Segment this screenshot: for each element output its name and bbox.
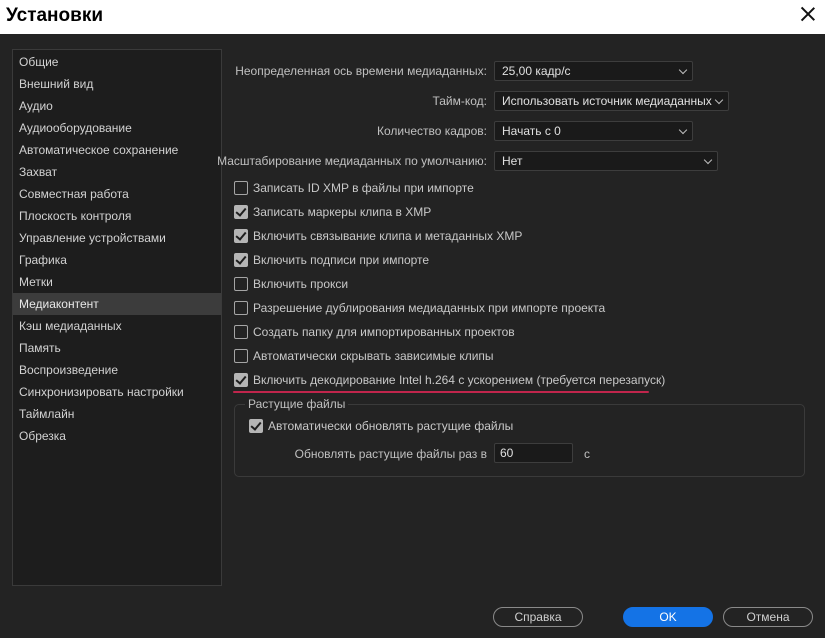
option-checkbox-label: Автоматически скрывать зависимые клипы bbox=[253, 349, 494, 363]
sidebar-item[interactable]: Аудиооборудование bbox=[13, 117, 221, 139]
sidebar-item[interactable]: Общие bbox=[13, 51, 221, 73]
sidebar-item[interactable]: Воспроизведение bbox=[13, 359, 221, 381]
option-checkbox-label: Включить подписи при импорте bbox=[253, 253, 430, 267]
sidebar-item[interactable]: Плоскость контроля bbox=[13, 205, 221, 227]
timecode-label: Тайм-код: bbox=[432, 94, 487, 108]
sidebar-item[interactable]: Аудио bbox=[13, 95, 221, 117]
close-icon[interactable] bbox=[801, 7, 815, 21]
option-checkbox-label: Записать маркеры клипа в XMP bbox=[253, 205, 432, 219]
refresh-interval-unit: с bbox=[584, 447, 590, 461]
frame-count-value: Начать с 0 bbox=[502, 124, 561, 138]
title-bar: Установки bbox=[0, 0, 825, 34]
sidebar-list: Общие Внешний вид Аудио Аудиооборудование Ав… bbox=[13, 50, 221, 447]
sidebar-item[interactable]: Кэш медиаданных bbox=[13, 315, 221, 337]
frame-count-label: Количество кадров: bbox=[376, 124, 487, 138]
timebase-value: 25,00 кадр/с bbox=[502, 64, 571, 78]
chevron-down-icon bbox=[678, 125, 688, 135]
option-checkbox-label: Включить декодирование Intel h.264 с уск… bbox=[253, 373, 666, 387]
sidebar-item[interactable]: Графика bbox=[13, 249, 221, 271]
sidebar-item[interactable]: Внешний вид bbox=[13, 73, 221, 95]
checkbox-unchecked-icon bbox=[234, 181, 248, 195]
frame-count-select[interactable]: Начать с 0 bbox=[494, 121, 693, 141]
default-scale-value: Нет bbox=[502, 154, 523, 168]
ok-button[interactable]: OK bbox=[623, 607, 713, 627]
timecode-select[interactable]: Использовать источник медиаданных bbox=[494, 91, 729, 111]
sidebar-item[interactable]: Медиаконтент bbox=[13, 293, 221, 315]
timebase-select[interactable]: 25,00 кадр/с bbox=[494, 61, 693, 81]
default-scale-select[interactable]: Нет bbox=[494, 151, 718, 171]
checkbox-checked-icon bbox=[234, 373, 248, 387]
sidebar-item[interactable]: Метки bbox=[13, 271, 221, 293]
frame-count-row: Количество кадров: bbox=[234, 121, 487, 141]
option-checkbox-label: Разрешение дублирования медиаданных при … bbox=[253, 301, 606, 315]
refresh-interval-label: Обновлять растущие файлы раз в bbox=[294, 447, 487, 461]
highlight-underline bbox=[233, 391, 649, 393]
sidebar-item[interactable]: Таймлайн bbox=[13, 403, 221, 425]
sidebar-item[interactable]: Управление устройствами bbox=[13, 227, 221, 249]
timecode-value: Использовать источник медиаданных bbox=[502, 94, 712, 108]
checkbox-unchecked-icon bbox=[234, 277, 248, 291]
option-checkbox-label: Включить связывание клипа и метаданных X… bbox=[253, 229, 523, 243]
chevron-down-icon bbox=[703, 155, 713, 165]
growing-files-legend: Растущие файлы bbox=[245, 397, 349, 411]
window-title: Установки bbox=[6, 5, 104, 26]
default-scale-row: Масштабирование медиаданных по умолчанию… bbox=[217, 151, 487, 171]
sidebar-item[interactable]: Память bbox=[13, 337, 221, 359]
option-checkbox-label: Создать папку для импортированных проект… bbox=[253, 325, 515, 339]
sidebar-item[interactable]: Совместная работа bbox=[13, 183, 221, 205]
checkbox-unchecked-icon bbox=[234, 325, 248, 339]
sidebar-item[interactable]: Синхронизировать настройки bbox=[13, 381, 221, 403]
refresh-interval-row: Обновлять растущие файлы раз в bbox=[234, 444, 487, 464]
option-checkbox-label: Записать ID XMP в файлы при импорте bbox=[253, 181, 474, 195]
help-button[interactable]: Справка bbox=[493, 607, 583, 627]
sidebar-item[interactable]: Обрезка bbox=[13, 425, 221, 447]
chevron-down-icon bbox=[714, 95, 724, 105]
checkbox-checked-icon bbox=[234, 253, 248, 267]
checkbox-unchecked-icon bbox=[234, 349, 248, 363]
default-scale-label: Масштабирование медиаданных по умолчанию… bbox=[217, 154, 487, 168]
checkbox-checked-icon bbox=[249, 419, 263, 433]
refresh-interval-value: 60 bbox=[500, 446, 514, 460]
timebase-label: Неопределенная ось времени медиаданных: bbox=[235, 64, 487, 78]
refresh-interval-input[interactable]: 60 bbox=[494, 443, 573, 463]
checkbox-checked-icon bbox=[234, 229, 248, 243]
option-checkbox-label: Включить прокси bbox=[253, 277, 349, 291]
checkbox-checked-icon bbox=[234, 205, 248, 219]
sidebar-item[interactable]: Захват bbox=[13, 161, 221, 183]
timebase-row: Неопределенная ось времени медиаданных: bbox=[234, 61, 487, 81]
growing-files-group: Растущие файлы bbox=[234, 397, 805, 477]
sidebar-item[interactable]: Автоматическое сохранение bbox=[13, 139, 221, 161]
chevron-down-icon bbox=[678, 65, 688, 75]
timecode-row: Тайм-код: bbox=[234, 91, 487, 111]
checkbox-unchecked-icon bbox=[234, 301, 248, 315]
auto-refresh-growing-label: Автоматически обновлять растущие файлы bbox=[268, 419, 514, 433]
preferences-sidebar: Общие Внешний вид Аудио Аудиооборудование Ав… bbox=[12, 49, 222, 586]
cancel-button[interactable]: Отмена bbox=[723, 607, 813, 627]
